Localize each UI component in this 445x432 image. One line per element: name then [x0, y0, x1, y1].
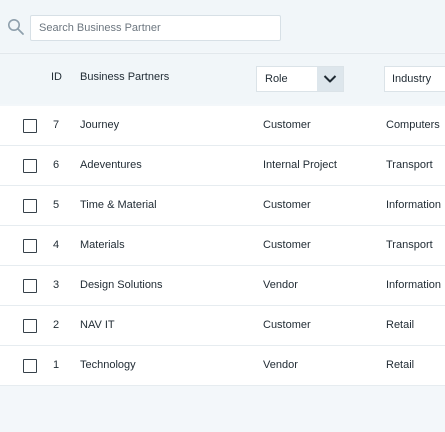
row-id: 1 — [53, 359, 60, 371]
partners-table: 7 Journey Customer Computers 6 Adeventur… — [0, 106, 445, 386]
checkbox-icon[interactable] — [23, 239, 37, 253]
row-partner-name: Time & Material — [80, 199, 157, 211]
row-id: 6 — [53, 159, 60, 171]
row-role: Customer — [263, 119, 311, 131]
row-industry: Information — [386, 279, 442, 291]
business-partner-page: ID Business Partners Role Industry 7 Jou… — [0, 0, 445, 432]
table-row[interactable]: 4 Materials Customer Transport — [0, 226, 445, 266]
row-id: 5 — [53, 199, 60, 211]
id-column-header: ID — [51, 71, 62, 83]
row-partner-name: Materials — [80, 239, 125, 251]
row-role: Customer — [263, 239, 311, 251]
row-id: 7 — [53, 119, 60, 131]
table-row[interactable]: 1 Technology Vendor Retail — [0, 346, 445, 386]
checkbox-icon[interactable] — [23, 119, 37, 133]
table-footer-space — [0, 386, 445, 432]
row-role: Customer — [263, 199, 311, 211]
row-partner-name: Technology — [80, 359, 136, 371]
row-industry: Computers — [386, 119, 440, 131]
table-row[interactable]: 2 NAV IT Customer Retail — [0, 306, 445, 346]
search-input[interactable] — [30, 15, 281, 41]
row-industry: Information — [386, 199, 442, 211]
row-role: Internal Project — [263, 159, 337, 171]
search-bar — [0, 0, 445, 52]
row-partner-name: NAV IT — [80, 319, 115, 331]
checkbox-icon[interactable] — [23, 319, 37, 333]
role-filter-label: Role — [265, 73, 288, 85]
checkbox-icon[interactable] — [23, 199, 37, 213]
chevron-down-icon[interactable] — [317, 67, 343, 91]
row-industry: Retail — [386, 359, 415, 371]
table-row[interactable]: 3 Design Solutions Vendor Information — [0, 266, 445, 306]
row-industry: Retail — [386, 319, 415, 331]
row-id: 4 — [53, 239, 60, 251]
row-id: 2 — [53, 319, 60, 331]
table-row[interactable]: 6 Adeventures Internal Project Transport — [0, 146, 445, 186]
checkbox-icon[interactable] — [23, 359, 37, 373]
business-partners-column-header: Business Partners — [80, 71, 170, 83]
row-role: Customer — [263, 319, 311, 331]
industry-filter-select[interactable]: Industry — [384, 66, 445, 92]
table-row[interactable]: 5 Time & Material Customer Information — [0, 186, 445, 226]
checkbox-icon[interactable] — [23, 159, 37, 173]
row-industry: Transport — [386, 239, 433, 251]
search-icon[interactable] — [7, 18, 25, 36]
checkbox-icon[interactable] — [23, 279, 37, 293]
industry-filter-label: Industry — [392, 73, 432, 85]
row-partner-name: Journey — [80, 119, 120, 131]
row-id: 3 — [53, 279, 60, 291]
table-header: ID Business Partners Role Industry — [0, 54, 445, 104]
row-role: Vendor — [263, 359, 298, 371]
row-partner-name: Design Solutions — [80, 279, 163, 291]
role-filter-select[interactable]: Role — [256, 66, 344, 92]
row-role: Vendor — [263, 279, 298, 291]
row-partner-name: Adeventures — [80, 159, 142, 171]
table-row[interactable]: 7 Journey Customer Computers — [0, 106, 445, 146]
row-industry: Transport — [386, 159, 433, 171]
